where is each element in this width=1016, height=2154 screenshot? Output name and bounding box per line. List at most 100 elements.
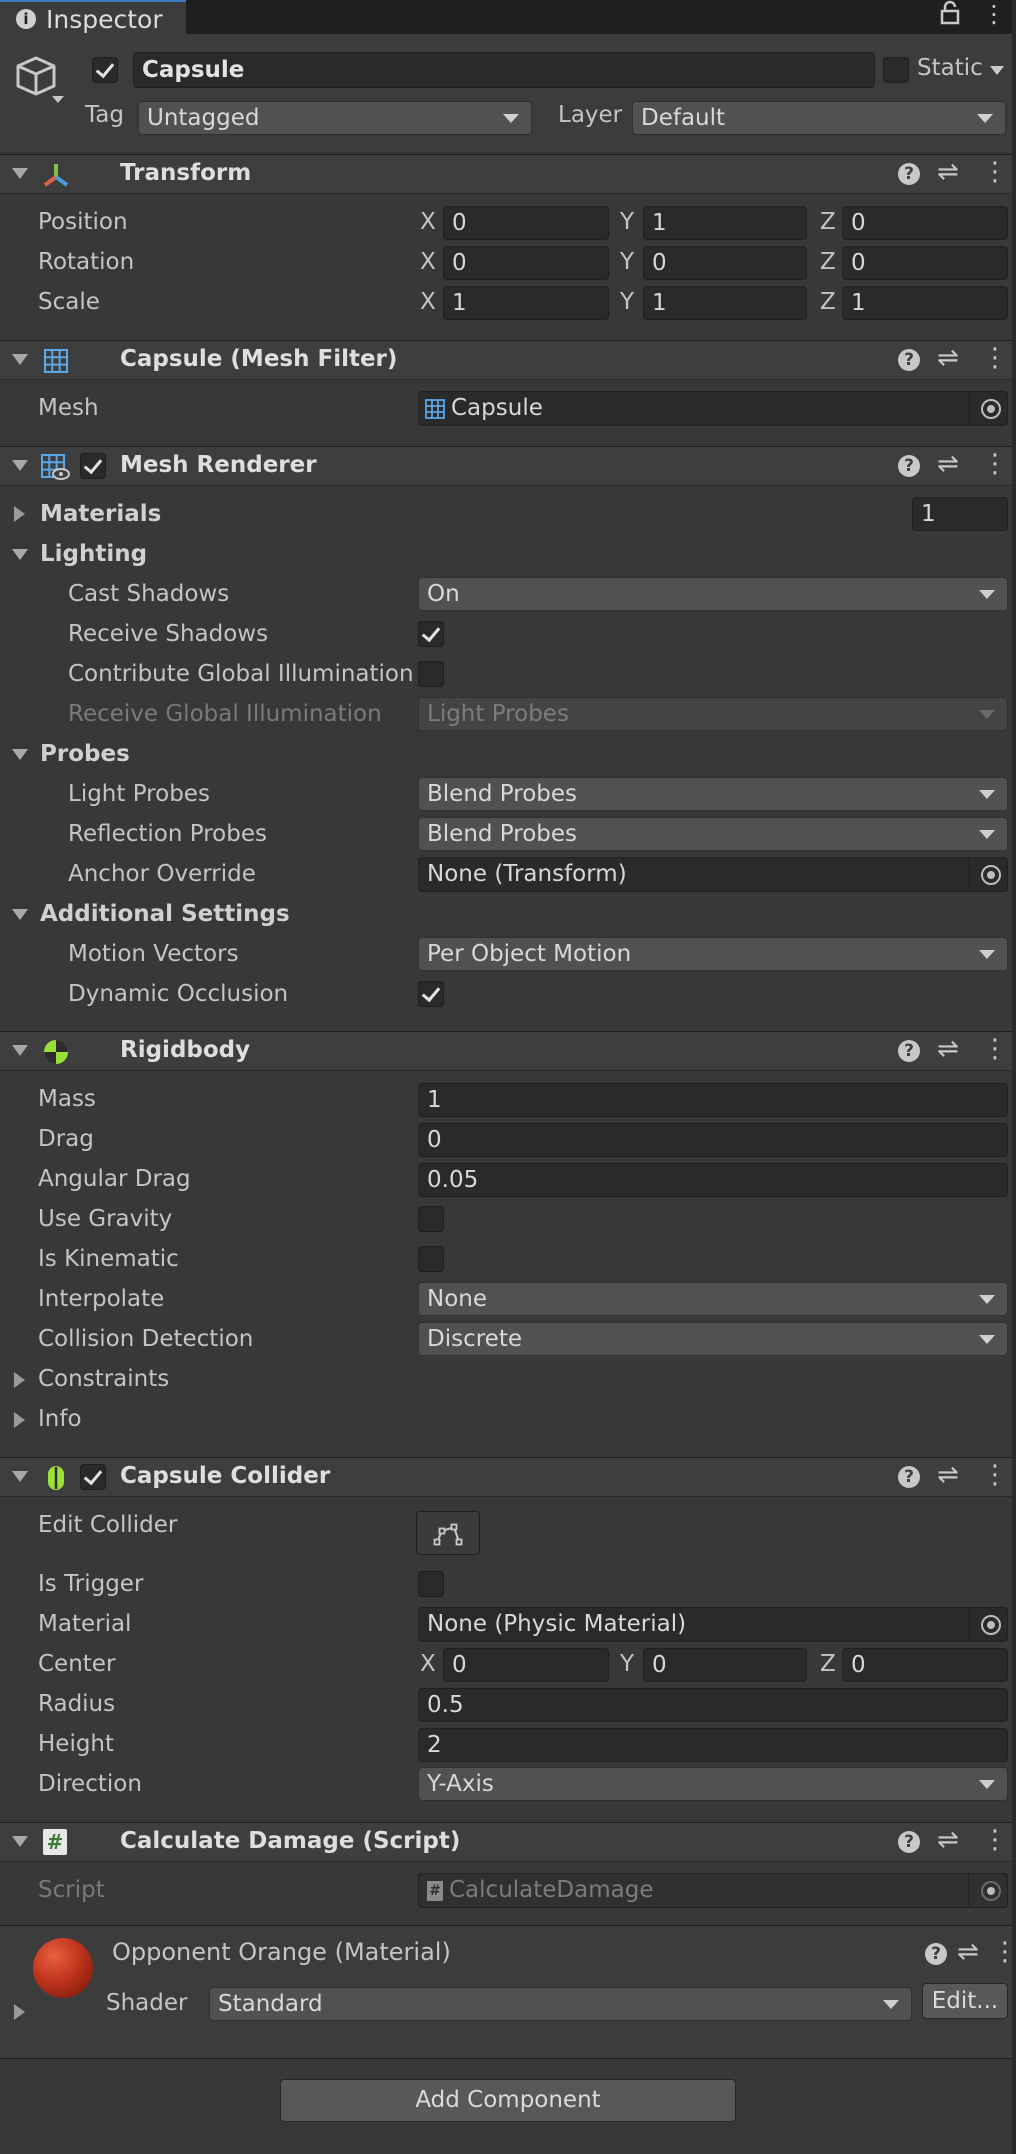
presets-icon[interactable]: ⇌ — [937, 1460, 959, 1490]
object-picker-button[interactable] — [968, 858, 1007, 891]
dynamic-occlusion-checkbox[interactable] — [418, 981, 444, 1007]
info-foldout-icon[interactable] — [14, 1412, 25, 1428]
transform-header[interactable]: Transform ? ⇌ ⋮ — [0, 154, 1016, 194]
additional-settings-foldout-icon[interactable] — [12, 909, 28, 920]
help-icon[interactable]: ? — [898, 1831, 920, 1853]
static-label[interactable]: Static — [917, 55, 983, 81]
materials-label[interactable]: Materials — [40, 501, 161, 527]
gameobject-active-checkbox[interactable] — [92, 57, 118, 83]
position-z-field[interactable]: 0 — [842, 206, 1008, 240]
info-label[interactable]: Info — [38, 1406, 82, 1432]
material-foldout-icon[interactable] — [14, 2004, 25, 2020]
presets-icon[interactable]: ⇌ — [937, 343, 959, 373]
scale-y-field[interactable]: 1 — [643, 286, 807, 320]
lighting-label[interactable]: Lighting — [40, 541, 147, 567]
angular-drag-field[interactable]: 0.05 — [418, 1163, 1008, 1197]
drag-field[interactable]: 0 — [418, 1123, 1008, 1157]
interpolate-dropdown[interactable]: None — [418, 1282, 1008, 1316]
inspector-tab[interactable]: i Inspector — [0, 0, 186, 34]
more-options-icon[interactable]: ⋮ — [982, 157, 1008, 187]
material-preview-sphere[interactable] — [33, 1938, 93, 1998]
script-component-header[interactable]: # Calculate Damage (Script) ? ⇌ ⋮ — [0, 1822, 1016, 1862]
is-trigger-checkbox[interactable] — [418, 1571, 444, 1597]
lighting-foldout-icon[interactable] — [12, 549, 28, 560]
additional-settings-label[interactable]: Additional Settings — [40, 901, 290, 927]
shader-edit-button[interactable]: Edit... — [922, 1983, 1008, 2019]
object-picker-button[interactable] — [968, 1608, 1007, 1641]
foldout-arrow-icon[interactable] — [12, 1836, 28, 1847]
foldout-arrow-icon[interactable] — [12, 460, 28, 471]
presets-icon[interactable]: ⇌ — [937, 157, 959, 187]
rigidbody-header[interactable]: Rigidbody ? ⇌ ⋮ — [0, 1031, 1016, 1071]
help-icon[interactable]: ? — [898, 349, 920, 371]
object-picker-button[interactable] — [968, 392, 1007, 425]
mesh-object-field[interactable]: Capsule — [418, 391, 1008, 426]
constraints-label[interactable]: Constraints — [38, 1366, 169, 1392]
help-icon[interactable]: ? — [898, 1040, 920, 1062]
receive-shadows-checkbox[interactable] — [418, 621, 444, 647]
rotation-y-field[interactable]: 0 — [643, 246, 807, 280]
rotation-x-field[interactable]: 0 — [443, 246, 609, 280]
presets-icon[interactable]: ⇌ — [937, 1825, 959, 1855]
presets-icon[interactable]: ⇌ — [937, 1034, 959, 1064]
center-z-field[interactable]: 0 — [842, 1648, 1008, 1682]
use-gravity-checkbox[interactable] — [418, 1206, 444, 1232]
height-field[interactable]: 2 — [418, 1728, 1008, 1762]
cast-shadows-dropdown[interactable]: On — [418, 577, 1008, 611]
tag-dropdown[interactable]: Untagged — [138, 101, 532, 135]
foldout-arrow-icon[interactable] — [12, 168, 28, 179]
foldout-arrow-icon[interactable] — [12, 1045, 28, 1056]
center-y-field[interactable]: 0 — [643, 1648, 807, 1682]
mass-field[interactable]: 1 — [418, 1083, 1008, 1117]
gameobject-cube-icon[interactable] — [14, 54, 70, 108]
more-options-icon[interactable]: ⋮ — [982, 0, 1006, 28]
is-kinematic-checkbox[interactable] — [418, 1246, 444, 1272]
reflection-probes-dropdown[interactable]: Blend Probes — [418, 817, 1008, 851]
scale-x-field[interactable]: 1 — [443, 286, 609, 320]
more-options-icon[interactable]: ⋮ — [982, 1825, 1008, 1855]
static-checkbox[interactable] — [883, 57, 909, 83]
mesh-filter-header[interactable]: Capsule (Mesh Filter) ? ⇌ ⋮ — [0, 340, 1016, 380]
rotation-z-field[interactable]: 0 — [842, 246, 1008, 280]
materials-foldout-icon[interactable] — [14, 506, 25, 522]
foldout-arrow-icon[interactable] — [12, 354, 28, 365]
probes-label[interactable]: Probes — [40, 741, 130, 767]
help-icon[interactable]: ? — [925, 1943, 947, 1965]
position-x-field[interactable]: 0 — [443, 206, 609, 240]
static-dropdown-icon[interactable] — [990, 66, 1004, 75]
help-icon[interactable]: ? — [898, 1466, 920, 1488]
position-y-field[interactable]: 1 — [643, 206, 807, 240]
mesh-renderer-enabled-checkbox[interactable] — [80, 453, 106, 479]
capsule-collider-header[interactable]: Capsule Collider ? ⇌ ⋮ — [0, 1457, 1016, 1497]
add-component-button[interactable]: Add Component — [280, 2079, 736, 2122]
anchor-override-field[interactable]: None (Transform) — [418, 857, 1008, 892]
more-options-icon[interactable]: ⋮ — [982, 343, 1008, 373]
more-options-icon[interactable]: ⋮ — [982, 1460, 1008, 1490]
motion-vectors-dropdown[interactable]: Per Object Motion — [418, 937, 1008, 971]
direction-dropdown[interactable]: Y-Axis — [418, 1767, 1008, 1801]
shader-dropdown[interactable]: Standard — [209, 1987, 912, 2021]
more-options-icon[interactable]: ⋮ — [982, 1034, 1008, 1064]
help-icon[interactable]: ? — [898, 163, 920, 185]
foldout-arrow-icon[interactable] — [12, 1471, 28, 1482]
contribute-gi-checkbox[interactable] — [418, 661, 444, 687]
presets-icon[interactable]: ⇌ — [937, 449, 959, 479]
collision-detection-dropdown[interactable]: Discrete — [418, 1322, 1008, 1356]
presets-icon[interactable]: ⇌ — [957, 1937, 979, 1967]
help-icon[interactable]: ? — [898, 455, 920, 477]
center-x-field[interactable]: 0 — [443, 1648, 609, 1682]
mesh-renderer-header[interactable]: Mesh Renderer ? ⇌ ⋮ — [0, 446, 1016, 486]
more-options-icon[interactable]: ⋮ — [982, 449, 1008, 479]
gameobject-name-field[interactable]: Capsule — [133, 52, 875, 88]
collider-material-field[interactable]: None (Physic Material) — [418, 1607, 1008, 1642]
radius-field[interactable]: 0.5 — [418, 1688, 1008, 1722]
lock-icon[interactable] — [940, 0, 960, 32]
layer-dropdown[interactable]: Default — [632, 101, 1006, 135]
probes-foldout-icon[interactable] — [12, 749, 28, 760]
capsule-collider-enabled-checkbox[interactable] — [80, 1464, 106, 1490]
materials-count-field[interactable]: 1 — [912, 497, 1008, 531]
edit-collider-button[interactable] — [416, 1511, 480, 1555]
constraints-foldout-icon[interactable] — [14, 1372, 25, 1388]
light-probes-dropdown[interactable]: Blend Probes — [418, 777, 1008, 811]
scale-z-field[interactable]: 1 — [842, 286, 1008, 320]
